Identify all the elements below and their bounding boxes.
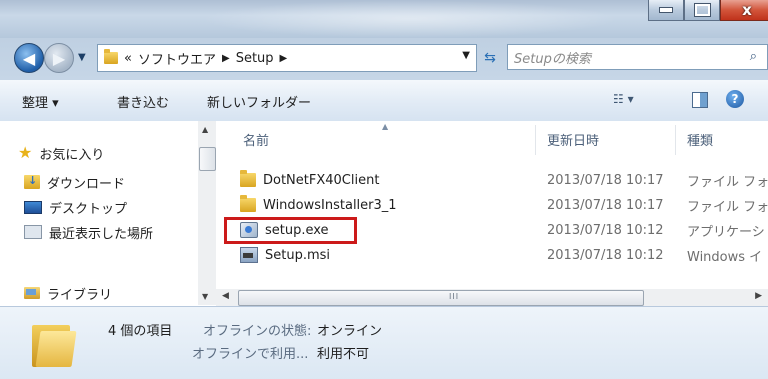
nav-item-label: お気に入り xyxy=(39,147,105,163)
breadcrumb-item[interactable]: Setup xyxy=(236,51,274,66)
refresh-icon: ⇆ xyxy=(484,50,496,66)
address-bar[interactable]: « ソフトウエア ▶ Setup ▶ ▼ xyxy=(97,44,477,72)
arrow-right-icon: ▶ xyxy=(52,48,66,68)
minimize-button[interactable] xyxy=(648,0,684,21)
file-date: 2013/07/18 10:17 xyxy=(547,172,664,188)
file-type: ファイル フォ xyxy=(687,199,768,215)
file-type: Windows イ xyxy=(687,249,763,265)
file-type: アプリケーシ xyxy=(687,224,765,240)
nav-item-label: ライブラリ xyxy=(47,287,113,303)
offline-availability-value: 利用不可 xyxy=(317,347,370,362)
nav-scrollbar[interactable]: ▲ ▼ xyxy=(198,121,216,305)
grip-icon: III xyxy=(449,292,460,301)
msi-icon xyxy=(240,247,258,263)
search-input[interactable]: Setupの検索 ⌕ xyxy=(507,44,768,70)
title-bar: x xyxy=(0,0,768,38)
desktop-icon xyxy=(24,200,42,214)
chevron-right-icon[interactable]: ▶ xyxy=(222,53,230,64)
file-type: ファイル フォ xyxy=(687,174,768,190)
horizontal-scrollbar[interactable]: ◀ III ▶ xyxy=(216,289,768,306)
folder-icon xyxy=(240,195,256,212)
help-icon[interactable]: ? xyxy=(726,90,744,108)
scroll-thumb[interactable] xyxy=(199,147,216,171)
file-name: WindowsInstaller3_1 xyxy=(263,197,397,213)
close-icon: x xyxy=(742,1,752,19)
scroll-thumb[interactable]: III xyxy=(238,290,644,306)
file-date: 2013/07/18 10:12 xyxy=(547,222,664,238)
file-date: 2013/07/18 10:12 xyxy=(547,247,664,263)
scroll-down-icon[interactable]: ▼ xyxy=(202,292,208,301)
sort-ascending-icon: ▲ xyxy=(382,122,389,131)
caption-buttons: x xyxy=(648,0,768,22)
nav-item-libraries[interactable]: ライブラリ xyxy=(24,282,112,304)
refresh-button[interactable]: ⇆ xyxy=(478,46,502,70)
scroll-right-icon[interactable]: ▶ xyxy=(755,291,762,301)
chevron-right-icon[interactable]: ▶ xyxy=(280,53,288,64)
column-label: 更新日時 xyxy=(547,133,600,149)
command-bar: 整理 ▾ 書き込む 新しいフォルダー ☷ ▾ ? xyxy=(0,80,768,122)
downloads-folder-icon xyxy=(24,174,40,189)
forward-button[interactable]: ▶ xyxy=(44,43,74,73)
file-row[interactable]: DotNetFX40Client 2013/07/18 10:17 ファイル フ… xyxy=(216,169,768,191)
search-icon[interactable]: ⌕ xyxy=(750,49,757,64)
back-button[interactable]: ◀ xyxy=(14,43,44,73)
nav-item-label: デスクトップ xyxy=(49,201,128,217)
nav-item-downloads[interactable]: ダウンロード xyxy=(24,171,125,193)
maximize-button[interactable] xyxy=(684,0,720,21)
view-options-button[interactable]: ☷ ▾ xyxy=(613,92,634,106)
recent-places-icon xyxy=(24,225,42,239)
folder-icon xyxy=(240,170,256,187)
column-label: 種類 xyxy=(687,133,714,149)
file-name: Setup.msi xyxy=(265,247,331,263)
organize-button[interactable]: 整理 ▾ xyxy=(22,92,59,111)
details-pane: 4 個の項目 オフラインの状態: オンライン オフラインで利用... 利用不可 xyxy=(0,306,768,379)
nav-item-label: 最近表示した場所 xyxy=(49,226,154,242)
explorer-window: x ◀ ▶ ▼ « ソフトウエア ▶ Setup ▶ ▼ ⇆ Setupの検索 … xyxy=(0,0,768,379)
folder-large-icon xyxy=(32,321,77,367)
scroll-up-icon[interactable]: ▲ xyxy=(202,125,208,134)
navigation-pane: ★ お気に入り ダウンロード デスクトップ 最近表示した場所 ライブラリ xyxy=(0,121,216,311)
burn-button[interactable]: 書き込む xyxy=(117,92,169,111)
column-header-type[interactable]: 種類 xyxy=(687,121,713,157)
item-count: 4 個の項目 xyxy=(108,324,173,339)
address-dropdown-icon[interactable]: ▼ xyxy=(462,50,470,61)
offline-status-value: オンライン xyxy=(317,324,383,339)
file-name: DotNetFX40Client xyxy=(263,172,380,188)
column-divider[interactable] xyxy=(675,125,676,155)
preview-pane-icon[interactable] xyxy=(692,92,708,108)
nav-item-desktop[interactable]: デスクトップ xyxy=(24,196,127,218)
file-row[interactable]: Setup.msi 2013/07/18 10:12 Windows イ xyxy=(216,244,768,266)
minimize-icon xyxy=(659,7,673,13)
new-folder-button[interactable]: 新しいフォルダー xyxy=(207,92,311,111)
offline-status-label: オフラインの状態: xyxy=(203,324,312,339)
nav-item-recent-places[interactable]: 最近表示した場所 xyxy=(24,221,153,243)
highlight-box xyxy=(224,217,357,244)
file-list: ▲ 名前 更新日時 種類 DotNetFX40Client 2013/07/18… xyxy=(216,121,768,311)
column-divider[interactable] xyxy=(535,125,536,155)
arrow-left-icon: ◀ xyxy=(22,48,36,68)
file-date: 2013/07/18 10:17 xyxy=(547,197,664,213)
close-button[interactable]: x xyxy=(720,0,768,21)
breadcrumb-overflow[interactable]: « xyxy=(124,51,132,66)
star-icon: ★ xyxy=(18,143,33,162)
scroll-left-icon[interactable]: ◀ xyxy=(222,291,229,301)
nav-item-favorites[interactable]: ★ お気に入り xyxy=(18,142,104,164)
column-header-date[interactable]: 更新日時 xyxy=(547,121,599,157)
search-placeholder: Setupの検索 xyxy=(514,51,591,67)
breadcrumb-item[interactable]: ソフトウエア xyxy=(138,49,216,68)
file-row[interactable]: WindowsInstaller3_1 2013/07/18 10:17 ファイ… xyxy=(216,194,768,216)
column-label: 名前 xyxy=(243,133,270,149)
address-row: ◀ ▶ ▼ « ソフトウエア ▶ Setup ▶ ▼ ⇆ Setupの検索 ⌕ xyxy=(0,38,768,80)
offline-availability-label: オフラインで利用... xyxy=(192,347,309,362)
column-header-name[interactable]: 名前 xyxy=(243,121,269,157)
recent-pages-dropdown[interactable]: ▼ xyxy=(78,52,86,63)
libraries-icon xyxy=(24,287,40,299)
folder-icon xyxy=(104,49,118,64)
maximize-icon xyxy=(693,3,711,17)
nav-item-label: ダウンロード xyxy=(47,176,126,192)
